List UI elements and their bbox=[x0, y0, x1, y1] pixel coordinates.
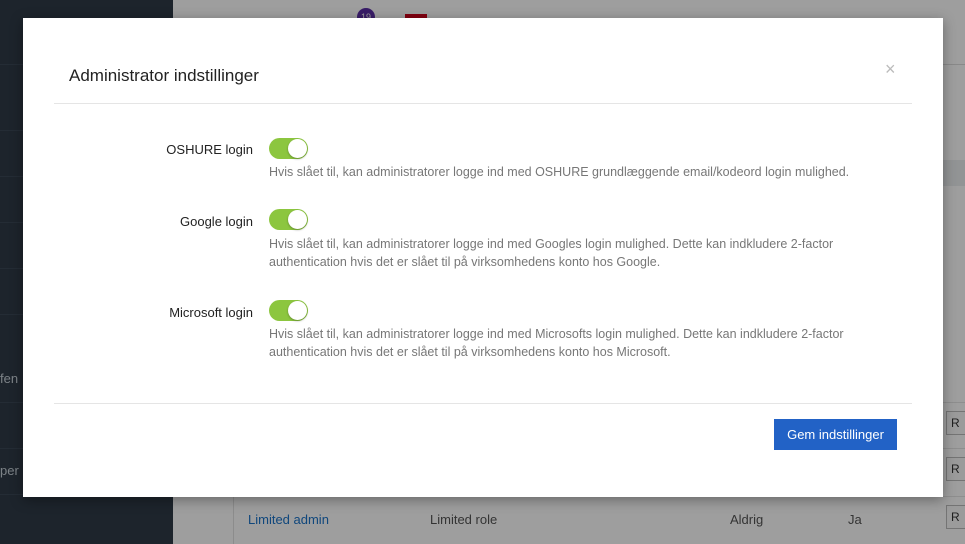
toggle-knob bbox=[288, 210, 307, 229]
toggle-knob bbox=[288, 139, 307, 158]
toggle-knob bbox=[288, 301, 307, 320]
google-login-label: Google login bbox=[180, 214, 253, 229]
oshure-login-toggle[interactable] bbox=[269, 138, 308, 159]
oshure-login-label: OSHURE login bbox=[166, 142, 253, 157]
microsoft-login-toggle[interactable] bbox=[269, 300, 308, 321]
close-icon[interactable]: × bbox=[885, 60, 896, 78]
microsoft-login-help: Hvis slået til, kan administratorer logg… bbox=[269, 327, 844, 359]
google-login-help: Hvis slået til, kan administratorer logg… bbox=[269, 237, 834, 269]
footer-divider bbox=[54, 403, 912, 404]
microsoft-login-label: Microsoft login bbox=[169, 305, 253, 320]
modal-title: Administrator indstillinger bbox=[69, 66, 259, 85]
admin-settings-modal: Administrator indstillinger × OSHURE log… bbox=[23, 18, 943, 497]
google-login-toggle[interactable] bbox=[269, 209, 308, 230]
oshure-login-help: Hvis slået til, kan administratorer logg… bbox=[269, 165, 850, 179]
header-divider bbox=[54, 103, 912, 104]
save-settings-button[interactable]: Gem indstillinger bbox=[774, 419, 897, 450]
